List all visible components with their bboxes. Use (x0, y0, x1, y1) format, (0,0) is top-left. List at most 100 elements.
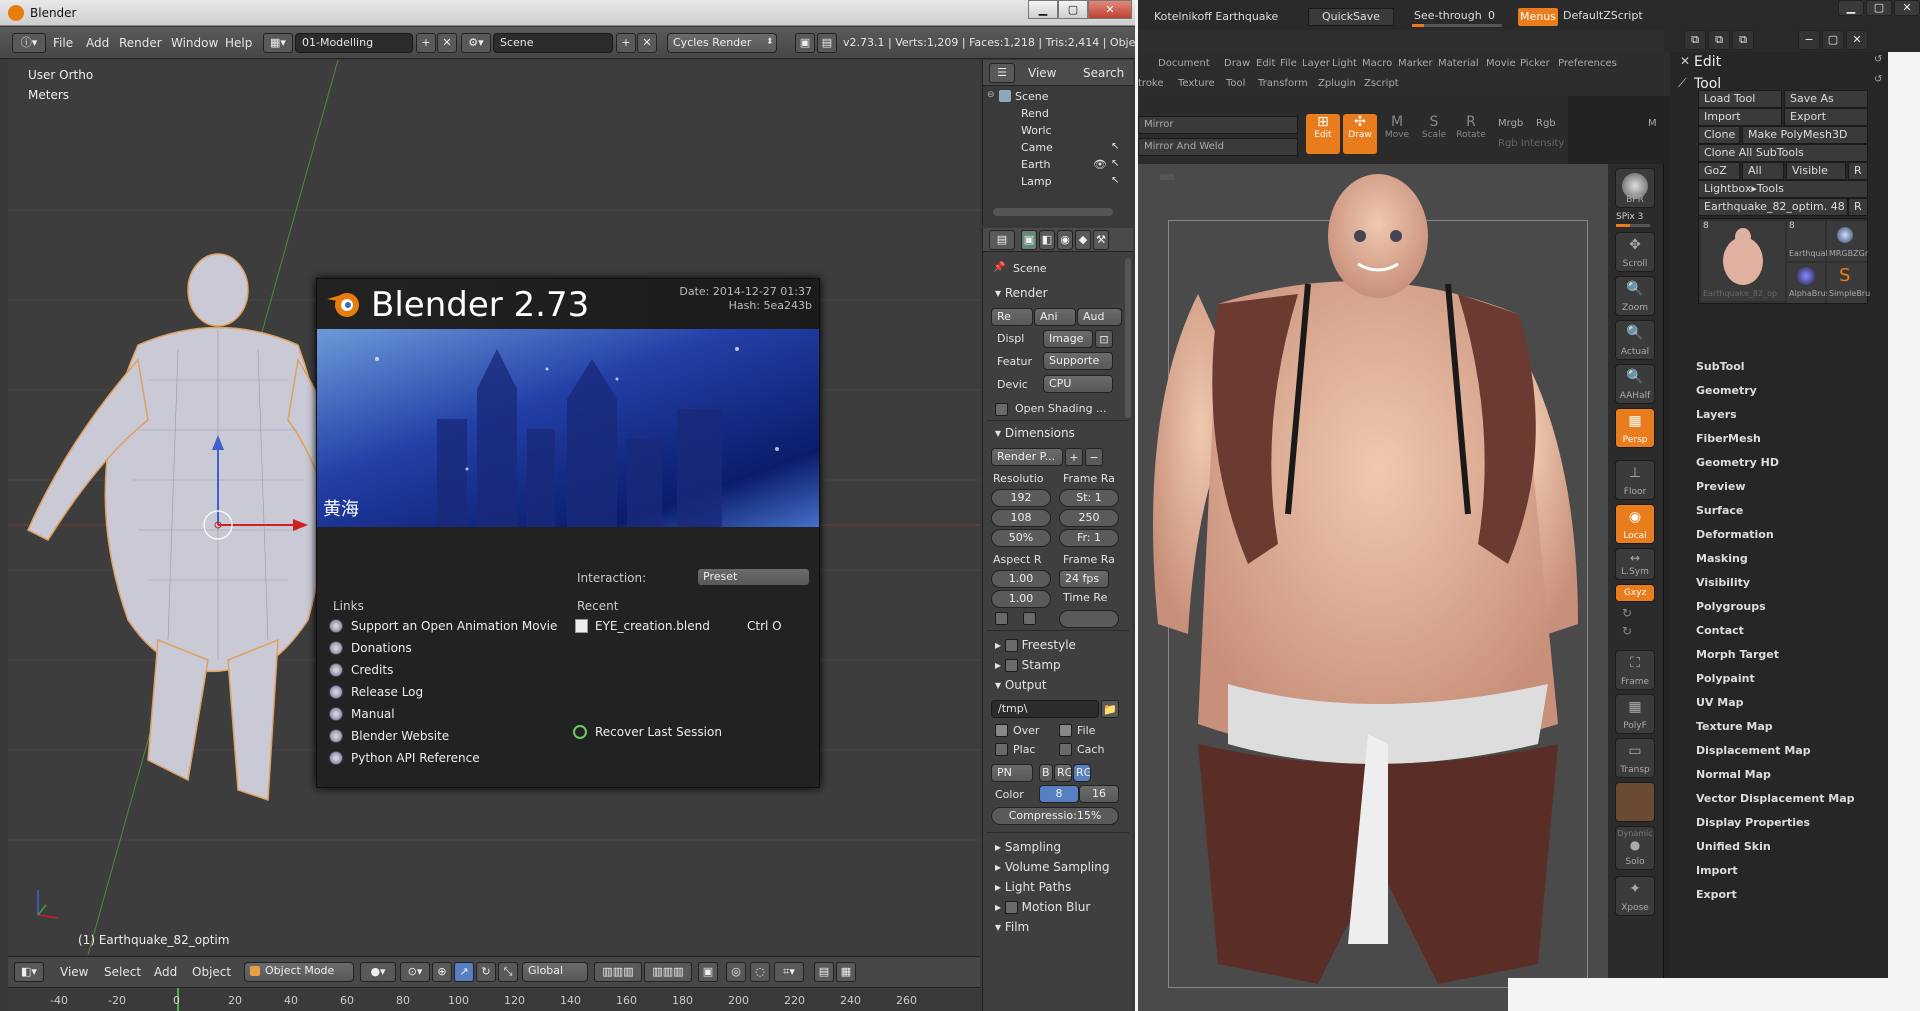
subpalette-normal-map[interactable]: Normal Map (1696, 768, 1771, 781)
stamp-checkbox[interactable] (1004, 659, 1018, 672)
outer-minimize-button[interactable]: ▁ (1838, 0, 1864, 16)
subpalette-visibility[interactable]: Visibility (1696, 576, 1750, 589)
editor-type-info-icon[interactable]: ⓘ▾ (12, 33, 46, 53)
bpr-button[interactable]: BPR (1615, 168, 1655, 208)
dimensions-header[interactable]: ▾ Dimensions (995, 426, 1075, 440)
zmenu-movie[interactable]: Movie (1486, 58, 1516, 69)
select-arrow-icon[interactable]: ↖ (1111, 141, 1119, 152)
add-preset-icon[interactable]: + (1065, 448, 1083, 466)
properties-editor-icon[interactable]: ▤ (989, 230, 1015, 250)
tool-thumb-simplebrush[interactable]: S SimpleBru (1827, 263, 1870, 303)
world-tab-icon[interactable]: ◉ (1057, 230, 1073, 250)
xpose-button[interactable]: ✦ Xpose (1615, 876, 1655, 916)
actual-button[interactable]: 🔍 Actual (1615, 320, 1655, 360)
freestyle-checkbox[interactable] (1004, 639, 1018, 652)
subpalette-polypaint[interactable]: Polypaint (1696, 672, 1755, 685)
lightbox-tools-button[interactable]: Lightbox▸Tools (1698, 180, 1868, 198)
menu-render[interactable]: Render (119, 36, 162, 50)
current-tool-slider[interactable]: Earthquake_82_optim. 48 (1698, 198, 1848, 216)
link-blender-website[interactable]: Blender Website (351, 729, 449, 743)
overwrite-checkbox[interactable] (995, 724, 1008, 737)
edit-mode-button[interactable]: ⊞ Edit (1306, 114, 1340, 154)
outliner-search-menu[interactable]: Search (1083, 66, 1124, 80)
visibility-eye-icon[interactable]: 👁 (1093, 158, 1107, 171)
maximize-button[interactable]: ▢ (1058, 0, 1088, 19)
render-header[interactable]: ▾ Render (995, 286, 1048, 300)
subpalette-morph-target[interactable]: Morph Target (1696, 648, 1779, 661)
resolution-x-field[interactable]: 192 (991, 489, 1051, 507)
color-bw-button[interactable]: B (1039, 764, 1053, 782)
zmenu-zplugin[interactable]: Zplugin (1318, 78, 1356, 89)
minimize-button[interactable]: ▁ (1028, 0, 1058, 19)
zmenu-material[interactable]: Material (1438, 58, 1479, 69)
subpalette-layers[interactable]: Layers (1696, 408, 1737, 421)
color-depth-16-button[interactable]: 16 (1079, 785, 1119, 803)
scene-field[interactable]: Scene (493, 33, 613, 53)
tool-thumb-earthquake-small[interactable]: Earthqual 8 (1787, 221, 1828, 261)
freestyle-header[interactable]: ▸ Freestyle (995, 638, 1076, 652)
palette-close-icon[interactable]: ↺ (1874, 74, 1882, 85)
color-rgba-button[interactable]: RG (1073, 764, 1091, 782)
resolution-percent-field[interactable]: 50% (991, 529, 1051, 547)
menu-add[interactable]: Add (86, 36, 109, 50)
transform-orientation-select[interactable]: Global (522, 962, 588, 982)
interaction-preset-select[interactable]: Preset (697, 568, 810, 586)
render-animation-button[interactable]: Ani (1034, 308, 1076, 326)
device-select[interactable]: CPU (1043, 375, 1113, 393)
subpalette-surface[interactable]: Surface (1696, 504, 1743, 517)
clone-button[interactable]: Clone (1698, 126, 1740, 144)
scene-icon[interactable]: ⚙▾ (461, 33, 491, 53)
translate-manipulator-icon[interactable]: ↗ (454, 962, 474, 982)
character-mesh[interactable] (27, 253, 359, 802)
zmenu-stroke[interactable]: troke (1138, 78, 1164, 89)
rgb-intensity-slider[interactable]: Rgb Intensity (1498, 138, 1564, 149)
subpalette-geometry[interactable]: Geometry (1696, 384, 1757, 397)
sampling-header[interactable]: ▸ Sampling (995, 840, 1061, 854)
quicksave-button[interactable]: QuickSave (1308, 8, 1394, 26)
output-header[interactable]: ▾ Output (995, 678, 1047, 692)
m-button[interactable]: M (1648, 118, 1657, 129)
subpalette-display-properties[interactable]: Display Properties (1696, 816, 1810, 829)
remove-scene-icon[interactable]: ✕ (637, 33, 657, 53)
motion-blur-header[interactable]: ▸ Motion Blur (995, 900, 1090, 914)
frame-end-field[interactable]: 250 (1059, 509, 1119, 527)
menu-help[interactable]: Help (225, 36, 252, 50)
rotate-mode-button[interactable]: R Rotate (1454, 114, 1488, 154)
film-header[interactable]: ▾ Film (995, 920, 1029, 934)
subpalette-masking[interactable]: Masking (1696, 552, 1748, 565)
subpalette-unified-skin[interactable]: Unified Skin (1696, 840, 1771, 853)
lsym-button[interactable]: ↔ L.Sym (1615, 548, 1655, 580)
viewport-shading-icon[interactable]: ●▾ (360, 962, 396, 982)
polyf-button[interactable]: ▦ PolyF (1615, 694, 1655, 734)
tool-thumb-earthquake[interactable]: 8 Earthquake_82_op (1701, 221, 1785, 301)
draw-mode-button[interactable]: ✣ Draw (1343, 114, 1377, 154)
current-tool-r-button[interactable]: R (1848, 198, 1868, 216)
zbrush-close-button[interactable]: ✕ (1846, 30, 1868, 50)
zbrush-layout-icon[interactable]: ⧉ (1732, 30, 1754, 50)
subpalette-geometry-hd[interactable]: Geometry HD (1696, 456, 1779, 469)
spix-label[interactable]: SPix 3 (1616, 212, 1643, 222)
outliner-render[interactable]: Rend (1021, 107, 1049, 120)
rotate-manipulator-icon[interactable]: ↻ (476, 962, 496, 982)
frame-step-field[interactable]: Fr: 1 (1059, 529, 1119, 547)
pivot-point-icon[interactable]: ⊙▾ (400, 962, 430, 982)
proportional-falloff-icon[interactable]: ◌ (750, 962, 770, 982)
make-polymesh-button[interactable]: Make PolyMesh3D (1742, 126, 1868, 144)
solo-button[interactable]: Dynamic ● Solo (1615, 826, 1655, 870)
render-image-button[interactable]: Re (991, 308, 1033, 326)
see-through-slider[interactable] (1412, 24, 1502, 27)
zmenu-edit[interactable]: Edit (1256, 58, 1275, 69)
open-shading-checkbox[interactable] (995, 403, 1008, 416)
render-icon[interactable]: ▤ (817, 33, 837, 53)
ghost-button[interactable] (1615, 782, 1655, 822)
folder-icon[interactable]: 📁 (1101, 700, 1119, 718)
render-audio-button[interactable]: Aud (1077, 308, 1122, 326)
import-tool-button[interactable]: Import (1698, 108, 1782, 126)
clone-all-subtools-button[interactable]: Clone All SubTools (1698, 144, 1868, 162)
viewport-object-menu[interactable]: Object (192, 965, 231, 979)
rgb-button[interactable]: Rgb (1536, 118, 1556, 129)
mirror-and-weld-button[interactable]: Mirror And Weld (1138, 138, 1298, 156)
local-button[interactable]: ◉ Local (1615, 504, 1655, 544)
zmenu-transform[interactable]: Transform (1258, 78, 1308, 89)
zmenu-file[interactable]: File (1280, 58, 1297, 69)
